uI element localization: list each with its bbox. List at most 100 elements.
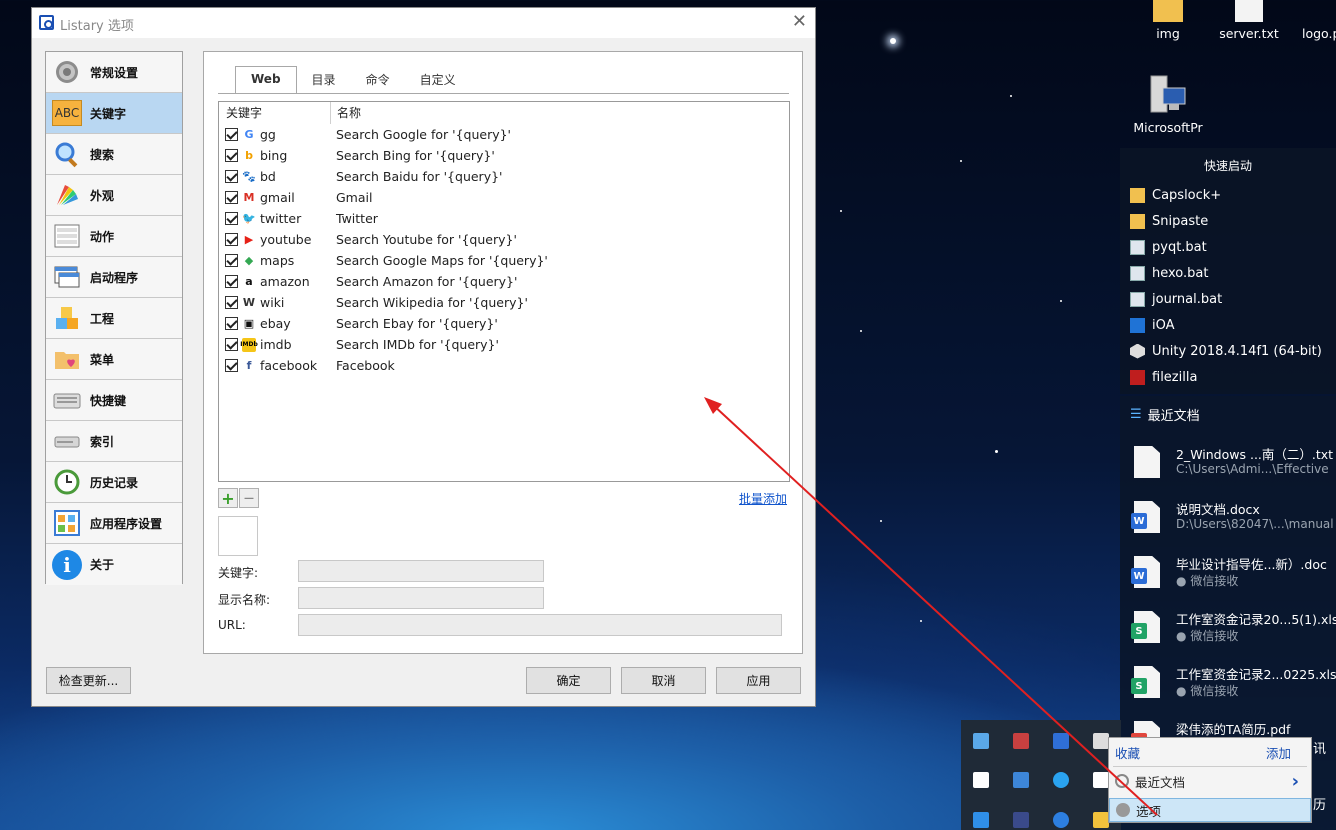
keyword-field-label: 关键字: xyxy=(218,566,259,580)
recent-doc-item[interactable]: S 工作室资金记录2...0225.xls ● 微信接收 xyxy=(1130,662,1336,712)
recent-doc-item[interactable]: W 说明文档.docx D:\Users\82047\...\manual xyxy=(1130,497,1336,547)
check-update-button[interactable]: 检查更新... xyxy=(46,667,131,694)
sidebar-item-index[interactable]: 索引 xyxy=(46,421,182,462)
row-checkbox[interactable] xyxy=(225,212,238,225)
keyword-icon-preview[interactable] xyxy=(218,516,258,556)
column-header-name[interactable]: 名称 xyxy=(331,102,361,124)
tab-custom[interactable]: 自定义 xyxy=(405,66,471,93)
url-field[interactable] xyxy=(298,614,782,636)
row-checkbox[interactable] xyxy=(225,233,238,246)
column-header-keyword[interactable]: 关键字 xyxy=(219,102,331,124)
tab-command[interactable]: 命令 xyxy=(351,66,405,93)
ok-button[interactable]: 确定 xyxy=(526,667,611,694)
table-row[interactable]: a amazon Search Amazon for '{query}' xyxy=(219,271,789,292)
cancel-button[interactable]: 取消 xyxy=(621,667,706,694)
tab-web[interactable]: Web xyxy=(235,66,297,93)
sidebar-item-app-settings[interactable]: 应用程序设置 xyxy=(46,503,182,544)
add-keyword-button[interactable]: + xyxy=(218,488,238,508)
sidebar-item-appearance[interactable]: 外观 xyxy=(46,175,182,216)
sidebar-item-search[interactable]: 搜索 xyxy=(46,134,182,175)
row-checkbox[interactable] xyxy=(225,317,238,330)
quick-launch-item[interactable]: Snipaste xyxy=(1120,208,1336,234)
magnifier-icon xyxy=(52,139,82,169)
tray-app-icon[interactable] xyxy=(1093,772,1109,788)
tray-app-icon[interactable] xyxy=(1013,772,1029,788)
table-row[interactable]: ▶ youtube Search Youtube for '{query}' xyxy=(219,229,789,250)
row-checkbox[interactable] xyxy=(225,338,238,351)
row-checkbox[interactable] xyxy=(225,275,238,288)
tray-app-icon[interactable] xyxy=(1013,733,1029,749)
sidebar-item-launch[interactable]: 启动程序 xyxy=(46,257,182,298)
table-row[interactable]: f facebook Facebook xyxy=(219,355,789,376)
recent-doc-item[interactable]: W 毕业设计指导佐...新）.doc ● 微信接收 xyxy=(1130,552,1336,602)
table-row[interactable]: Mgmail Gmail xyxy=(219,187,789,208)
quick-launch-item[interactable]: pyqt.bat xyxy=(1120,234,1336,260)
actions-icon xyxy=(52,221,82,251)
table-row[interactable]: b bing Search Bing for '{query}' xyxy=(219,145,789,166)
table-row[interactable]: Ggg Search Google for '{query}' xyxy=(219,124,789,145)
row-checkbox[interactable] xyxy=(225,296,238,309)
listary-tray-icon[interactable] xyxy=(1093,733,1109,749)
sidebar-item-hotkeys[interactable]: 快捷键 xyxy=(46,380,182,421)
url-field-label: URL: xyxy=(218,618,246,632)
folder-icon xyxy=(1130,187,1145,203)
bulk-add-link[interactable]: 批量添加 xyxy=(739,490,787,507)
sidebar-item-project[interactable]: 工程 xyxy=(46,298,182,339)
sidebar-item-history[interactable]: 历史记录 xyxy=(46,462,182,503)
close-icon[interactable]: ✕ xyxy=(792,11,807,32)
desktop-icon-img[interactable]: img xyxy=(1140,0,1196,41)
bluetooth-icon[interactable] xyxy=(1053,812,1069,828)
tray-app-icon[interactable] xyxy=(1013,812,1029,828)
table-row[interactable]: ▣ ebay Search Ebay for '{query}' xyxy=(219,313,789,334)
tab-directory[interactable]: 目录 xyxy=(297,66,351,93)
row-checkbox[interactable] xyxy=(225,359,238,372)
apply-button[interactable]: 应用 xyxy=(716,667,801,694)
recent-doc-item[interactable]: S 工作室资金记录20...5(1).xls ● 微信接收 xyxy=(1130,607,1336,657)
sidebar-item-actions[interactable]: 动作 xyxy=(46,216,182,257)
tray-app-icon[interactable] xyxy=(973,733,989,749)
menu-item-recent-docs[interactable]: 最近文档 › xyxy=(1109,769,1311,793)
row-keyword: bing xyxy=(260,148,288,163)
desktop-icon-server-txt[interactable]: server.txt xyxy=(1218,0,1280,41)
drive-icon xyxy=(52,426,82,456)
tray-app-icon[interactable] xyxy=(1093,812,1109,828)
menu-item-add[interactable]: 添加 xyxy=(1266,743,1291,762)
quick-launch-item[interactable]: filezilla xyxy=(1120,364,1336,390)
row-keyword: youtube xyxy=(260,232,312,247)
row-checkbox[interactable] xyxy=(225,170,238,183)
row-checkbox[interactable] xyxy=(225,191,238,204)
display-name-field[interactable] xyxy=(298,587,544,609)
table-row[interactable]: 🐾 bd Search Baidu for '{query}' xyxy=(219,166,789,187)
table-row[interactable]: Wwiki Search Wikipedia for '{query}' xyxy=(219,292,789,313)
computer-icon xyxy=(1149,74,1187,116)
quick-launch-item[interactable]: iOA xyxy=(1120,312,1336,338)
table-row[interactable]: 🐦 twitter Twitter xyxy=(219,208,789,229)
row-checkbox[interactable] xyxy=(225,254,238,267)
tray-app-icon[interactable] xyxy=(973,812,989,828)
desktop-icon-logo[interactable]: logo.p xyxy=(1296,0,1336,41)
quick-launch-item[interactable]: journal.bat xyxy=(1120,286,1336,312)
desktop-icon-microsoftpr[interactable]: MicrosoftPr xyxy=(1130,74,1206,135)
sidebar-item-menu[interactable]: 菜单 xyxy=(46,339,182,380)
quick-launch-item[interactable]: hexo.bat xyxy=(1120,260,1336,286)
menu-item-options[interactable]: 选项 xyxy=(1109,798,1311,822)
keyword-field[interactable] xyxy=(298,560,544,582)
sidebar-item-label: 关键字 xyxy=(90,106,127,121)
tray-app-icon[interactable] xyxy=(1053,733,1069,749)
quick-launch-item[interactable]: Unity 2018.4.14f1 (64-bit) xyxy=(1120,338,1336,364)
remove-keyword-button[interactable]: — xyxy=(239,488,259,508)
title-bar[interactable]: Listary 选项 ✕ xyxy=(32,8,815,38)
sidebar-item-about[interactable]: i 关于 xyxy=(46,544,182,585)
tray-app-icon[interactable] xyxy=(1053,772,1069,788)
row-keyword: ebay xyxy=(260,316,291,331)
tray-app-icon[interactable] xyxy=(973,772,989,788)
menu-item-favorites[interactable]: 收藏 添加 xyxy=(1109,740,1311,764)
recent-doc-item[interactable]: 2_Windows ...南（二）.txt C:\Users\Admi...\E… xyxy=(1130,442,1336,492)
table-row[interactable]: IMDb imdb Search IMDb for '{query}' xyxy=(219,334,789,355)
row-checkbox[interactable] xyxy=(225,149,238,162)
row-checkbox[interactable] xyxy=(225,128,238,141)
sidebar-item-general[interactable]: 常规设置 xyxy=(46,52,182,93)
quick-launch-item[interactable]: Capslock+ xyxy=(1120,182,1336,208)
sidebar-item-keywords[interactable]: ABC 关键字 xyxy=(46,93,182,134)
table-row[interactable]: ◆ maps Search Google Maps for '{query}' xyxy=(219,250,789,271)
